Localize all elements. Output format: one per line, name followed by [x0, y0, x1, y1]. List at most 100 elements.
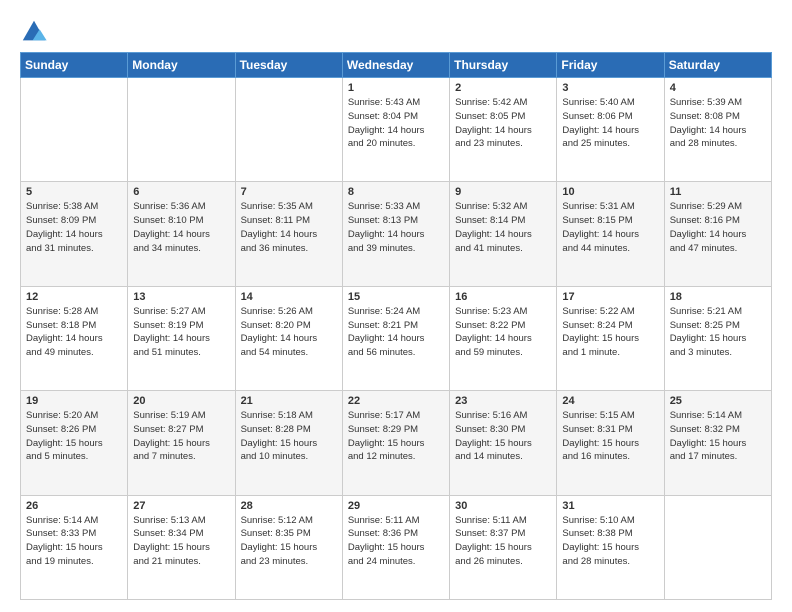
- calendar-cell: 23 Sunrise: 5:16 AMSunset: 8:30 PMDayligh…: [450, 391, 557, 495]
- day-header-tuesday: Tuesday: [235, 53, 342, 78]
- day-info: Sunrise: 5:20 AMSunset: 8:26 PMDaylight:…: [26, 409, 122, 464]
- day-info: Sunrise: 5:19 AMSunset: 8:27 PMDaylight:…: [133, 409, 229, 464]
- day-number: 31: [562, 500, 658, 512]
- week-row-4: 19 Sunrise: 5:20 AMSunset: 8:26 PMDayligh…: [21, 391, 772, 495]
- week-row-1: 1 Sunrise: 5:43 AMSunset: 8:04 PMDaylight…: [21, 78, 772, 182]
- day-headers-row: SundayMondayTuesdayWednesdayThursdayFrid…: [21, 53, 772, 78]
- calendar-cell: [21, 78, 128, 182]
- day-number: 17: [562, 291, 658, 303]
- calendar-cell: 14 Sunrise: 5:26 AMSunset: 8:20 PMDayligh…: [235, 286, 342, 390]
- calendar-cell: 2 Sunrise: 5:42 AMSunset: 8:05 PMDaylight…: [450, 78, 557, 182]
- day-header-saturday: Saturday: [664, 53, 771, 78]
- day-info: Sunrise: 5:22 AMSunset: 8:24 PMDaylight:…: [562, 305, 658, 360]
- calendar-cell: 4 Sunrise: 5:39 AMSunset: 8:08 PMDaylight…: [664, 78, 771, 182]
- day-number: 27: [133, 500, 229, 512]
- calendar-cell: 13Sunrise: 5:27 AMSunset: 8:19 PMDayligh…: [128, 286, 235, 390]
- day-info: Sunrise: 5:29 AMSunset: 8:16 PMDaylight:…: [670, 200, 766, 255]
- day-info: Sunrise: 5:33 AMSunset: 8:13 PMDaylight:…: [348, 200, 444, 255]
- page: SundayMondayTuesdayWednesdayThursdayFrid…: [0, 0, 792, 612]
- calendar-cell: 6 Sunrise: 5:36 AMSunset: 8:10 PMDaylight…: [128, 182, 235, 286]
- day-header-wednesday: Wednesday: [342, 53, 449, 78]
- header: [20, 18, 772, 46]
- calendar-cell: 30Sunrise: 5:11 AMSunset: 8:37 PMDayligh…: [450, 495, 557, 599]
- logo-icon: [20, 18, 48, 46]
- calendar-cell: 17 Sunrise: 5:22 AMSunset: 8:24 PMDayligh…: [557, 286, 664, 390]
- calendar-body: 1 Sunrise: 5:43 AMSunset: 8:04 PMDaylight…: [21, 78, 772, 600]
- day-number: 26: [26, 500, 122, 512]
- day-number: 3: [562, 82, 658, 94]
- calendar-cell: 18Sunrise: 5:21 AMSunset: 8:25 PMDayligh…: [664, 286, 771, 390]
- day-number: 21: [241, 395, 337, 407]
- day-number: 13: [133, 291, 229, 303]
- day-number: 14: [241, 291, 337, 303]
- calendar-cell: 1 Sunrise: 5:43 AMSunset: 8:04 PMDaylight…: [342, 78, 449, 182]
- calendar-cell: 16Sunrise: 5:23 AMSunset: 8:22 PMDayligh…: [450, 286, 557, 390]
- day-header-thursday: Thursday: [450, 53, 557, 78]
- day-info: Sunrise: 5:32 AMSunset: 8:14 PMDaylight:…: [455, 200, 551, 255]
- day-info: Sunrise: 5:10 AMSunset: 8:38 PMDaylight:…: [562, 514, 658, 569]
- calendar-cell: [235, 78, 342, 182]
- calendar-cell: 22 Sunrise: 5:17 AMSunset: 8:29 PMDayligh…: [342, 391, 449, 495]
- calendar-cell: 31 Sunrise: 5:10 AMSunset: 8:38 PMDayligh…: [557, 495, 664, 599]
- day-number: 9: [455, 186, 551, 198]
- calendar-cell: 10Sunrise: 5:31 AMSunset: 8:15 PMDayligh…: [557, 182, 664, 286]
- week-row-5: 26 Sunrise: 5:14 AMSunset: 8:33 PMDayligh…: [21, 495, 772, 599]
- logo: [20, 18, 50, 46]
- day-number: 22: [348, 395, 444, 407]
- day-number: 24: [562, 395, 658, 407]
- calendar-cell: 19 Sunrise: 5:20 AMSunset: 8:26 PMDayligh…: [21, 391, 128, 495]
- day-number: 7: [241, 186, 337, 198]
- day-info: Sunrise: 5:18 AMSunset: 8:28 PMDaylight:…: [241, 409, 337, 464]
- calendar-cell: 15 Sunrise: 5:24 AMSunset: 8:21 PMDayligh…: [342, 286, 449, 390]
- day-info: Sunrise: 5:38 AMSunset: 8:09 PMDaylight:…: [26, 200, 122, 255]
- day-info: Sunrise: 5:28 AMSunset: 8:18 PMDaylight:…: [26, 305, 122, 360]
- calendar-cell: 9 Sunrise: 5:32 AMSunset: 8:14 PMDaylight…: [450, 182, 557, 286]
- day-number: 12: [26, 291, 122, 303]
- day-info: Sunrise: 5:21 AMSunset: 8:25 PMDaylight:…: [670, 305, 766, 360]
- day-info: Sunrise: 5:13 AMSunset: 8:34 PMDaylight:…: [133, 514, 229, 569]
- day-info: Sunrise: 5:26 AMSunset: 8:20 PMDaylight:…: [241, 305, 337, 360]
- calendar-cell: 8 Sunrise: 5:33 AMSunset: 8:13 PMDaylight…: [342, 182, 449, 286]
- day-number: 10: [562, 186, 658, 198]
- day-number: 2: [455, 82, 551, 94]
- calendar-cell: 29Sunrise: 5:11 AMSunset: 8:36 PMDayligh…: [342, 495, 449, 599]
- day-number: 6: [133, 186, 229, 198]
- day-number: 19: [26, 395, 122, 407]
- day-info: Sunrise: 5:43 AMSunset: 8:04 PMDaylight:…: [348, 96, 444, 151]
- day-number: 4: [670, 82, 766, 94]
- week-row-3: 12 Sunrise: 5:28 AMSunset: 8:18 PMDayligh…: [21, 286, 772, 390]
- calendar-cell: 12 Sunrise: 5:28 AMSunset: 8:18 PMDayligh…: [21, 286, 128, 390]
- day-info: Sunrise: 5:14 AMSunset: 8:33 PMDaylight:…: [26, 514, 122, 569]
- day-info: Sunrise: 5:36 AMSunset: 8:10 PMDaylight:…: [133, 200, 229, 255]
- calendar-cell: 24Sunrise: 5:15 AMSunset: 8:31 PMDayligh…: [557, 391, 664, 495]
- day-info: Sunrise: 5:35 AMSunset: 8:11 PMDaylight:…: [241, 200, 337, 255]
- day-number: 20: [133, 395, 229, 407]
- calendar-cell: 7 Sunrise: 5:35 AMSunset: 8:11 PMDaylight…: [235, 182, 342, 286]
- day-info: Sunrise: 5:16 AMSunset: 8:30 PMDaylight:…: [455, 409, 551, 464]
- day-info: Sunrise: 5:14 AMSunset: 8:32 PMDaylight:…: [670, 409, 766, 464]
- week-row-2: 5 Sunrise: 5:38 AMSunset: 8:09 PMDaylight…: [21, 182, 772, 286]
- calendar-cell: 11Sunrise: 5:29 AMSunset: 8:16 PMDayligh…: [664, 182, 771, 286]
- day-number: 15: [348, 291, 444, 303]
- day-number: 25: [670, 395, 766, 407]
- day-number: 8: [348, 186, 444, 198]
- day-info: Sunrise: 5:24 AMSunset: 8:21 PMDaylight:…: [348, 305, 444, 360]
- day-info: Sunrise: 5:12 AMSunset: 8:35 PMDaylight:…: [241, 514, 337, 569]
- day-info: Sunrise: 5:23 AMSunset: 8:22 PMDaylight:…: [455, 305, 551, 360]
- day-info: Sunrise: 5:42 AMSunset: 8:05 PMDaylight:…: [455, 96, 551, 151]
- day-number: 29: [348, 500, 444, 512]
- day-info: Sunrise: 5:39 AMSunset: 8:08 PMDaylight:…: [670, 96, 766, 151]
- calendar-cell: 25 Sunrise: 5:14 AMSunset: 8:32 PMDayligh…: [664, 391, 771, 495]
- day-info: Sunrise: 5:11 AMSunset: 8:37 PMDaylight:…: [455, 514, 551, 569]
- calendar-cell: [128, 78, 235, 182]
- day-number: 5: [26, 186, 122, 198]
- day-info: Sunrise: 5:40 AMSunset: 8:06 PMDaylight:…: [562, 96, 658, 151]
- calendar-cell: 28 Sunrise: 5:12 AMSunset: 8:35 PMDayligh…: [235, 495, 342, 599]
- calendar-cell: 27 Sunrise: 5:13 AMSunset: 8:34 PMDayligh…: [128, 495, 235, 599]
- day-number: 23: [455, 395, 551, 407]
- day-header-sunday: Sunday: [21, 53, 128, 78]
- day-number: 1: [348, 82, 444, 94]
- calendar-cell: 21 Sunrise: 5:18 AMSunset: 8:28 PMDayligh…: [235, 391, 342, 495]
- day-number: 28: [241, 500, 337, 512]
- day-info: Sunrise: 5:17 AMSunset: 8:29 PMDaylight:…: [348, 409, 444, 464]
